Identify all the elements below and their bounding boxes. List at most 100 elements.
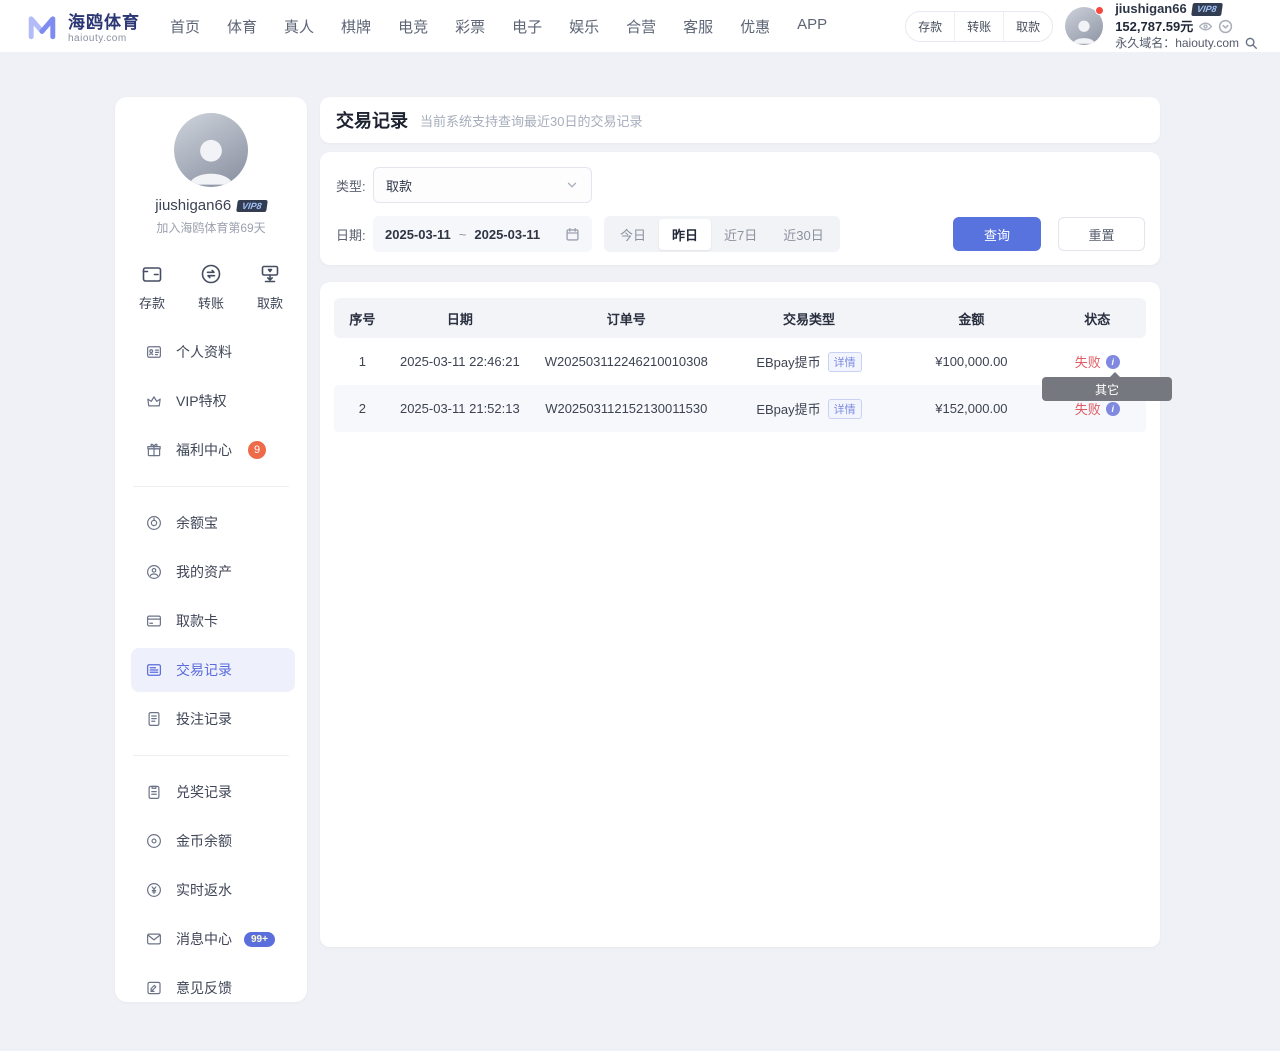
nav-item-slots[interactable]: 电子 bbox=[512, 16, 542, 37]
range-today-button[interactable]: 今日 bbox=[607, 219, 659, 250]
nav-item-live[interactable]: 真人 bbox=[284, 16, 314, 37]
user-silhouette-icon bbox=[1069, 15, 1099, 45]
chevron-circle-icon[interactable] bbox=[1218, 19, 1233, 34]
user-info: jiushigan66 VIP8 152,787.59元 永久域名：haiout… bbox=[1115, 1, 1258, 51]
benefits-badge: 9 bbox=[248, 441, 266, 459]
balance: 152,787.59元 bbox=[1115, 19, 1193, 35]
sidebar-item-rebate[interactable]: 实时返水 bbox=[131, 868, 295, 912]
quick-action-withdraw[interactable]: 取款 bbox=[257, 262, 283, 312]
sidebar-item-label: 意见反馈 bbox=[176, 978, 232, 998]
main-nav: 首页 体育 真人 棋牌 电竞 彩票 电子 娱乐 合营 客服 优惠 APP bbox=[170, 16, 827, 37]
type-select[interactable]: 取款 bbox=[373, 167, 592, 203]
sidebar-item-label: 取款卡 bbox=[176, 611, 218, 631]
envelope-icon bbox=[145, 930, 163, 948]
sidebar-item-benefits[interactable]: 福利中心 9 bbox=[131, 428, 295, 472]
logo-domain: haiouty.com bbox=[68, 33, 140, 44]
status-tooltip: 其它 bbox=[1042, 377, 1172, 401]
col-header-no: 序号 bbox=[334, 309, 391, 328]
topbar-right: 存款 转账 取款 jiushigan66 VIP8 152,787.59元 bbox=[905, 1, 1258, 51]
detail-link[interactable]: 详情 bbox=[828, 399, 862, 419]
sidebar-item-bet-records[interactable]: 投注记录 bbox=[131, 697, 295, 741]
crown-icon bbox=[145, 392, 163, 410]
sidebar-item-coin-balance[interactable]: 金币余额 bbox=[131, 819, 295, 863]
deposit-button[interactable]: 存款 bbox=[906, 12, 954, 41]
query-button[interactable]: 查询 bbox=[953, 217, 1041, 251]
sidebar-item-vip[interactable]: VIP特权 bbox=[131, 379, 295, 423]
sidebar-item-label: 金币余额 bbox=[176, 831, 232, 851]
nav-item-home[interactable]: 首页 bbox=[170, 16, 200, 37]
transaction-type: EBpay提币 bbox=[756, 399, 820, 418]
withdraw-icon bbox=[258, 262, 282, 286]
sidebar-item-yuebao[interactable]: 余额宝 bbox=[131, 501, 295, 545]
wallet-actions: 存款 转账 取款 bbox=[905, 11, 1053, 42]
user-silhouette-icon bbox=[182, 129, 240, 187]
logo[interactable]: 海鸥体育 haiouty.com bbox=[24, 8, 140, 44]
quick-action-label: 存款 bbox=[139, 293, 165, 312]
cell-no: 1 bbox=[334, 354, 391, 369]
col-header-order: 订单号 bbox=[529, 309, 724, 328]
cell-status: 失败 i bbox=[1049, 399, 1146, 418]
profile-block: jiushigan66 VIP8 加入海鸥体育第69天 bbox=[115, 113, 307, 236]
col-header-date: 日期 bbox=[391, 309, 529, 328]
info-icon[interactable]: i bbox=[1106, 402, 1120, 416]
nav-item-entertainment[interactable]: 娱乐 bbox=[569, 16, 599, 37]
cell-date: 2025-03-11 21:52:13 bbox=[391, 401, 529, 416]
nav-item-service[interactable]: 客服 bbox=[683, 16, 713, 37]
info-icon[interactable]: i bbox=[1106, 355, 1120, 369]
logo-title: 海鸥体育 bbox=[68, 8, 140, 33]
nav-item-board-games[interactable]: 棋牌 bbox=[341, 16, 371, 37]
nav-item-affiliate[interactable]: 合营 bbox=[626, 16, 656, 37]
topbar: 海鸥体育 haiouty.com 首页 体育 真人 棋牌 电竞 彩票 电子 娱乐… bbox=[0, 0, 1280, 52]
assets-icon bbox=[145, 563, 163, 581]
search-icon[interactable] bbox=[1244, 36, 1258, 50]
range-yesterday-button[interactable]: 昨日 bbox=[659, 219, 711, 250]
quick-action-transfer[interactable]: 转账 bbox=[198, 262, 224, 312]
sidebar-item-assets[interactable]: 我的资产 bbox=[131, 550, 295, 594]
sidebar-menu: 个人资料 VIP特权 福利中心 9 余额宝 我 bbox=[115, 330, 307, 1010]
divider bbox=[133, 486, 289, 487]
sidebar-item-profile[interactable]: 个人资料 bbox=[131, 330, 295, 374]
eye-icon[interactable] bbox=[1198, 19, 1213, 34]
date-label: 日期: bbox=[336, 225, 373, 244]
sidebar-item-messages[interactable]: 消息中心 99+ bbox=[131, 917, 295, 961]
avatar[interactable] bbox=[1065, 7, 1103, 45]
detail-link[interactable]: 详情 bbox=[828, 352, 862, 372]
sidebar-item-transactions[interactable]: 交易记录 bbox=[131, 648, 295, 692]
withdraw-button[interactable]: 取款 bbox=[1003, 12, 1052, 41]
status-text: 失败 bbox=[1075, 399, 1101, 418]
user-domain-row: 永久域名：haiouty.com bbox=[1115, 36, 1258, 51]
nav-item-app[interactable]: APP bbox=[797, 16, 827, 37]
quick-range-group: 今日 昨日 近7日 近30日 bbox=[604, 216, 840, 252]
nav-item-lottery[interactable]: 彩票 bbox=[455, 16, 485, 37]
nav-item-sports[interactable]: 体育 bbox=[227, 16, 257, 37]
wallet-icon bbox=[140, 262, 164, 286]
transfer-button[interactable]: 转账 bbox=[954, 12, 1003, 41]
date-range-input[interactable]: 2025-03-11 ~ 2025-03-11 bbox=[373, 216, 592, 252]
nav-item-esports[interactable]: 电竞 bbox=[398, 16, 428, 37]
nav-item-promo[interactable]: 优惠 bbox=[740, 16, 770, 37]
bank-card-icon bbox=[145, 612, 163, 630]
sidebar-item-feedback[interactable]: 意见反馈 bbox=[131, 966, 295, 1010]
page-header-card: 交易记录 当前系统支持查询最近30日的交易记录 bbox=[320, 97, 1160, 143]
range-30days-button[interactable]: 近30日 bbox=[770, 219, 836, 250]
sidebar-item-withdraw-card[interactable]: 取款卡 bbox=[131, 599, 295, 643]
table-row: 2 2025-03-11 21:52:13 W20250311215213001… bbox=[334, 385, 1146, 432]
chevron-down-icon bbox=[565, 178, 579, 192]
vip-badge: VIP8 bbox=[1191, 3, 1222, 16]
quick-action-deposit[interactable]: 存款 bbox=[139, 262, 165, 312]
sidebar-item-label: 消息中心 bbox=[176, 929, 232, 949]
range-7days-button[interactable]: 近7日 bbox=[711, 219, 770, 250]
sidebar-item-prize-records[interactable]: 兑奖记录 bbox=[131, 770, 295, 814]
sidebar-item-label: 交易记录 bbox=[176, 660, 232, 680]
clipboard-icon bbox=[145, 783, 163, 801]
reset-button[interactable]: 重置 bbox=[1058, 217, 1145, 251]
type-filter-row: 类型: 取款 bbox=[336, 167, 1145, 203]
profile-username: jiushigan66 bbox=[155, 197, 231, 214]
cell-type: EBpay提币 详情 bbox=[724, 352, 895, 372]
cell-order: W202503112246210010308 bbox=[529, 354, 724, 369]
type-label: 类型: bbox=[336, 176, 373, 195]
calendar-icon bbox=[565, 227, 580, 242]
table-row: 1 2025-03-11 22:46:21 W20250311224621001… bbox=[334, 338, 1146, 385]
date-filter-row: 日期: 2025-03-11 ~ 2025-03-11 今日 昨日 近7日 近3… bbox=[336, 216, 1145, 252]
cell-date: 2025-03-11 22:46:21 bbox=[391, 354, 529, 369]
